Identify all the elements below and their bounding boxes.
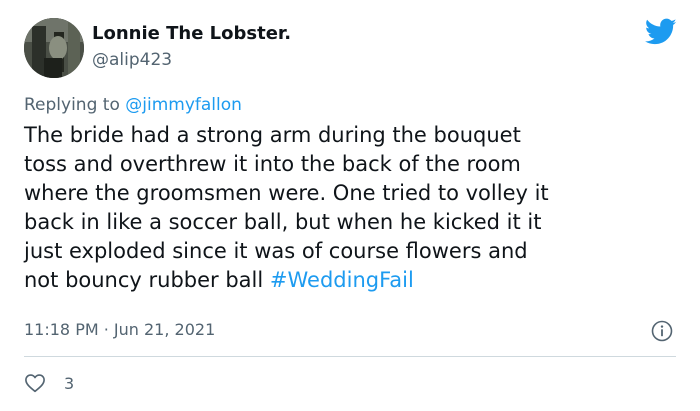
tweet-text: The bride had a strong arm during the bo… — [24, 121, 676, 295]
avatar[interactable] — [24, 18, 84, 78]
tweet-card: Lonnie The Lobster. @alip423 Replying to… — [0, 0, 700, 411]
tweet-text-line: The bride had a strong arm during the bo… — [24, 123, 521, 147]
tweet-text-line-last: not bouncy rubber ball #WeddingFail — [24, 266, 676, 295]
like-button[interactable]: 3 — [24, 372, 74, 394]
tweet-text-segment: not bouncy rubber ball — [24, 268, 264, 292]
twitter-bird-icon[interactable] — [645, 18, 677, 46]
avatar-photo — [24, 18, 84, 78]
tweet-timestamp[interactable]: 11:18 PM · Jun 21, 2021 — [24, 320, 215, 339]
heart-icon — [25, 374, 45, 393]
divider — [24, 356, 676, 357]
hashtag-link[interactable]: #WeddingFail — [270, 268, 414, 292]
reply-mention-link[interactable]: @jimmyfallon — [125, 95, 242, 115]
tweet-text-line: toss and overthrew it into the back of t… — [24, 152, 521, 176]
tweet-text-line: back in like a soccer ball, but when he … — [24, 210, 542, 234]
replying-prefix: Replying to — [24, 95, 120, 115]
info-icon[interactable] — [651, 320, 673, 342]
replying-to: Replying to @jimmyfallon — [24, 95, 242, 115]
tweet-text-line: just exploded since it was of course flo… — [24, 239, 528, 263]
tweet-text-line: where the groomsmen were. One tried to v… — [24, 181, 549, 205]
like-count: 3 — [64, 373, 75, 393]
author-handle[interactable]: @alip423 — [92, 50, 172, 70]
author-name[interactable]: Lonnie The Lobster. — [92, 23, 291, 44]
